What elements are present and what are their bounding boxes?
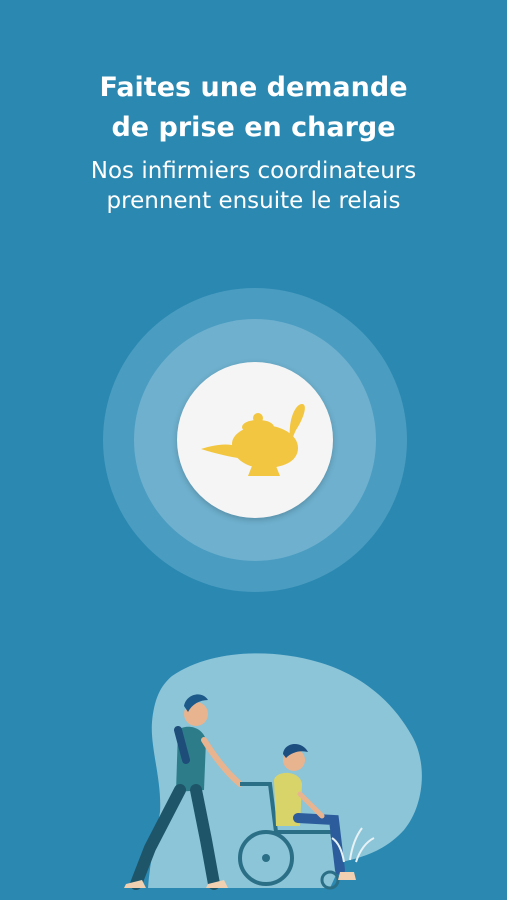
nurse-wheelchair-illustration: [124, 653, 422, 890]
onboarding-screen: Faites une demande de prise en charge No…: [0, 0, 507, 900]
